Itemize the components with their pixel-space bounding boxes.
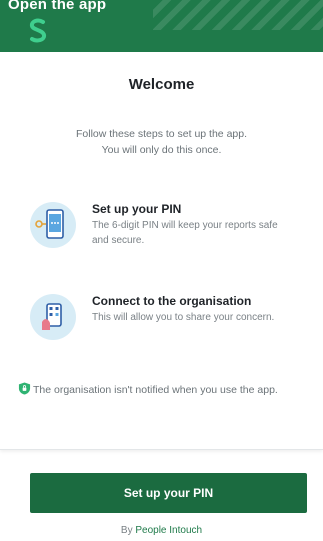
shield-icon (18, 382, 31, 395)
step-icon-bubble (30, 202, 76, 248)
step-description: The 6-digit PIN will keep your reports s… (92, 220, 278, 246)
phone-pin-icon (35, 209, 64, 239)
step-setup-pin: Set up your PIN The 6-digit PIN will kee… (30, 202, 310, 262)
step-connect-organisation: Connect to the organisation This will al… (30, 294, 310, 354)
intro-line-1: Follow these steps to set up the app. (75, 128, 248, 140)
step-icon-bubble (30, 294, 76, 340)
top-banner: Open the app (0, 0, 323, 52)
byline-prefix: By (120, 525, 133, 536)
byline: By People Intouch (0, 525, 323, 536)
brand-link[interactable]: People Intouch (135, 525, 202, 536)
banner-title: Open the app (8, 0, 107, 13)
privacy-notice: The organisation isn't notified when you… (18, 382, 308, 398)
set-up-pin-button[interactable]: Set up your PIN (30, 473, 307, 513)
qr-scan-icon (42, 303, 62, 330)
s-logo-icon (29, 18, 47, 43)
privacy-notice-text: The organisation isn't notified when you… (33, 384, 278, 396)
intro-text: Follow these steps to set up the app. Yo… (40, 126, 283, 158)
banner-pattern (153, 0, 323, 30)
intro-line-2: You will only do this once. (101, 144, 222, 156)
page-title: Welcome (128, 76, 195, 93)
welcome-card: Welcome Follow these steps to set up the… (0, 52, 323, 450)
step-description: This will allow you to share your concer… (92, 312, 275, 323)
step-title: Set up your PIN (92, 202, 182, 216)
step-title: Connect to the organisation (92, 294, 252, 308)
